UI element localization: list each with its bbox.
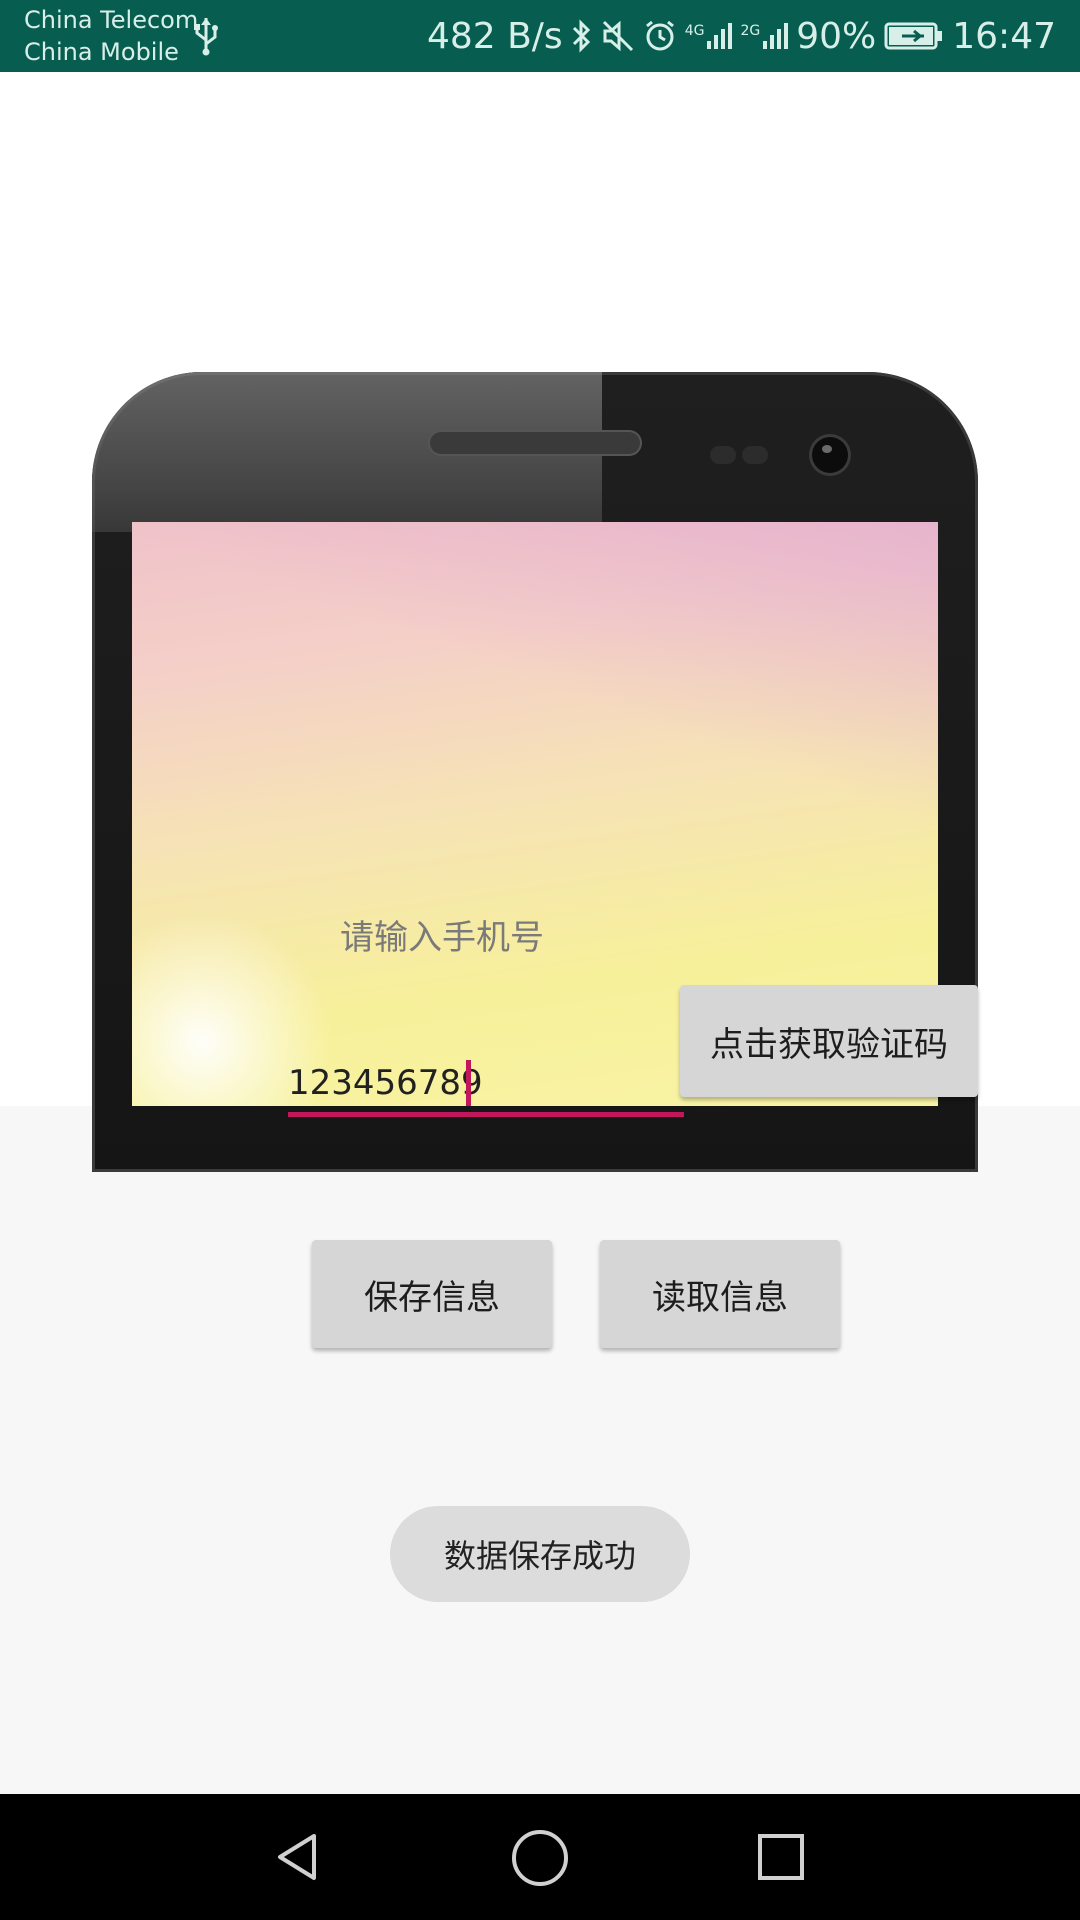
- carrier-1: China Telecom: [24, 6, 199, 34]
- get-code-button[interactable]: 点击获取验证码: [680, 985, 978, 1097]
- phone-input-value[interactable]: 123456789: [288, 1058, 483, 1108]
- phone-sensor: [710, 446, 736, 464]
- mute-icon: [602, 20, 633, 52]
- back-icon[interactable]: [270, 1830, 324, 1884]
- toast-message: 数据保存成功: [390, 1506, 690, 1602]
- phone-hint-label: 请输入手机号: [340, 918, 544, 958]
- signal-4g-icon: 4G: [685, 23, 733, 49]
- phone-input[interactable]: 123456789: [288, 1058, 684, 1112]
- alarm-icon: [645, 20, 674, 51]
- status-right: 482 B/s 4G 2G 90% 16:47: [427, 0, 1056, 72]
- signal-2g-icon: 2G: [740, 23, 789, 49]
- network-2-label: 2G: [740, 23, 761, 39]
- network-1-label: 4G: [684, 23, 705, 39]
- carrier-2: China Mobile: [24, 38, 179, 66]
- read-info-button[interactable]: 读取信息: [600, 1240, 840, 1348]
- save-info-button[interactable]: 保存信息: [312, 1240, 552, 1348]
- phone-speaker: [430, 432, 640, 454]
- bluetooth-icon: [572, 19, 590, 53]
- recent-apps-icon[interactable]: [758, 1834, 804, 1880]
- net-speed: 482 B/s: [426, 15, 563, 57]
- phone-input-underline: [288, 1112, 684, 1117]
- home-icon[interactable]: [512, 1830, 568, 1886]
- clock: 16:47: [952, 15, 1056, 57]
- battery-percent: 90%: [796, 15, 877, 57]
- status-bar: China Telecom China Mobile 482 B/s 4G 2G…: [0, 0, 1080, 72]
- battery-charging-icon: [884, 22, 943, 50]
- phone-camera-icon: [812, 437, 848, 473]
- usb-icon: [194, 18, 218, 56]
- carrier-labels: China Telecom China Mobile: [24, 4, 198, 68]
- text-cursor: [466, 1060, 471, 1106]
- phone-sensor: [742, 446, 768, 464]
